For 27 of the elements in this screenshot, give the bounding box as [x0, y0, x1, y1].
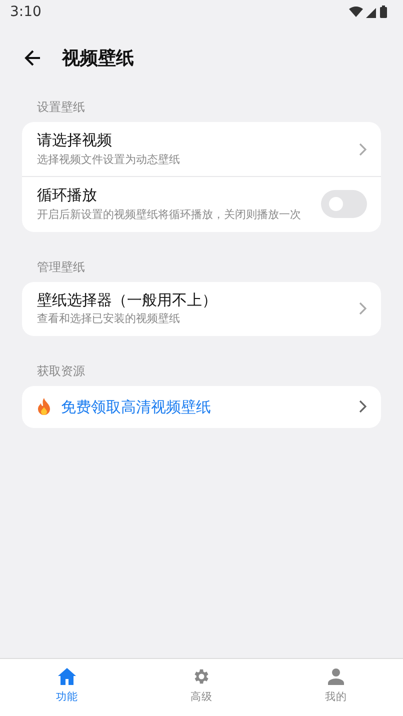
section-label: 设置壁纸 — [36, 99, 86, 116]
nav-tab[interactable]: 功能 — [0, 659, 134, 716]
section-label: 获取资源 — [36, 362, 86, 380]
row-subtitle: 查看和选择已安装的视频壁纸 — [37, 311, 181, 328]
row-subtitle: 选择视频文件设置为动态壁纸 — [37, 152, 181, 168]
status-time: 3:10 — [10, 2, 42, 22]
row-subtitle: 开启后新设置的视频壁纸将循环播放，关闭则播放一次 — [37, 207, 302, 223]
person-icon — [328, 667, 344, 686]
home-icon — [58, 667, 76, 686]
settings-row[interactable]: 循环播放 开启后新设置的视频壁纸将循环播放，关闭则播放一次 — [22, 176, 381, 232]
settings-row[interactable]: 壁纸选择器（一般用不上） 查看和选择已安装的视频壁纸 — [22, 282, 381, 336]
settings-row[interactable]: 免费领取高清视频壁纸 — [22, 386, 381, 428]
promo-link-text: 免费领取高清视频壁纸 — [61, 396, 212, 418]
row-title: 请选择视频 — [37, 130, 113, 151]
nav-tab[interactable]: 高级 — [134, 659, 269, 716]
section-label: 管理壁纸 — [36, 258, 86, 276]
page-title: 视频壁纸 — [62, 46, 134, 70]
toggle-switch[interactable] — [321, 190, 367, 218]
chevron-icon — [359, 400, 367, 414]
fire-icon — [37, 398, 51, 416]
chevron-icon — [359, 142, 367, 156]
row-title: 循环播放 — [37, 185, 98, 206]
back-button[interactable] — [24, 49, 42, 67]
row-title: 壁纸选择器（一般用不上） — [37, 290, 218, 310]
chevron-icon — [359, 302, 367, 316]
settings-row[interactable]: 请选择视频 选择视频文件设置为动态壁纸 — [22, 122, 381, 176]
nav-tab[interactable]: 我的 — [268, 659, 403, 716]
